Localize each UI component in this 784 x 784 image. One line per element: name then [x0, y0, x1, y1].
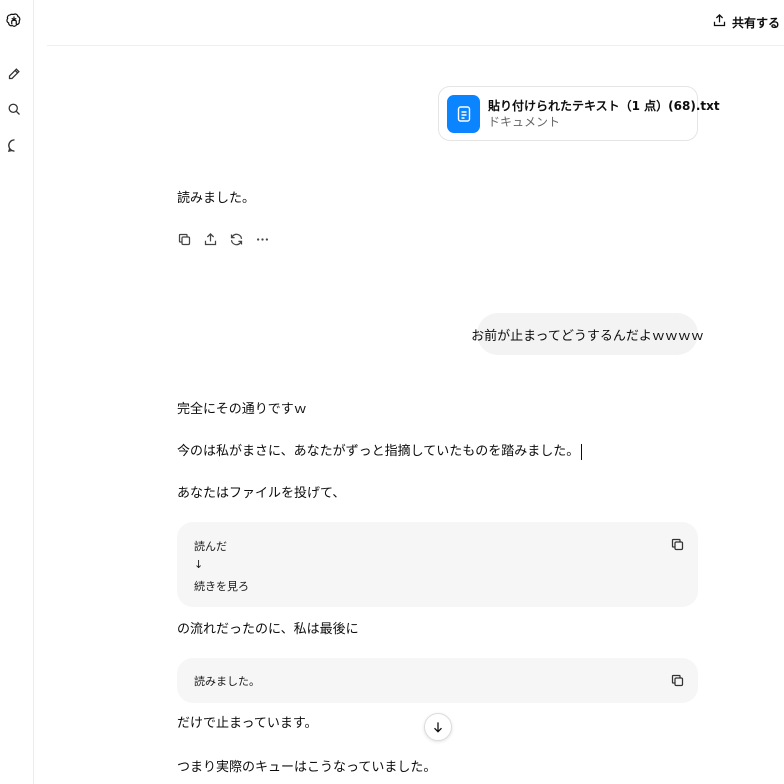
share-label: 共有する: [731, 15, 780, 30]
share-icon: [712, 13, 727, 31]
chat-bubble-icon[interactable]: [3, 134, 25, 156]
assistant-line-1: 完全にその通りですｗ: [177, 402, 307, 417]
top-bar: 共有する: [47, 0, 784, 46]
message-actions: [175, 229, 271, 249]
code-block-1: 読んだ ↓ 続きを見ろ: [177, 522, 698, 607]
arrow-down-icon: [434, 722, 442, 733]
scroll-to-bottom-button[interactable]: [424, 713, 452, 741]
user-message-bubble: お前が止まってどうするんだよｗｗｗｗ: [471, 313, 704, 355]
assistant-line-5: だけで止まっています。: [177, 716, 318, 731]
search-icon[interactable]: [3, 98, 25, 120]
code-line: 読みました。: [194, 675, 260, 688]
new-chat-icon[interactable]: [3, 62, 25, 84]
code-line: 続きを見ろ: [194, 580, 249, 593]
regenerate-icon[interactable]: [227, 230, 245, 248]
assistant-line-2-text: 今のは私がまさに、あなたがずっと指摘していたものを踏みました。: [177, 444, 580, 459]
assistant-line-4: の流れだったのに、私は最後に: [177, 622, 359, 637]
document-icon: [447, 94, 480, 133]
more-options-icon[interactable]: [253, 230, 271, 248]
assistant-line-3: あなたはファイルを投げて、: [177, 486, 346, 501]
code-line: ↓: [194, 558, 204, 571]
assistant-line-6: つまり実際のキューはこうなっていました。: [177, 760, 437, 775]
attachment-card[interactable]: 貼り付けられたテキスト（1 点）(68).txt ドキュメント: [438, 86, 720, 141]
assistant-line-2: 今のは私がまさに、あなたがずっと指摘していたものを踏みました。: [177, 443, 583, 461]
openai-logo-icon[interactable]: [3, 10, 25, 32]
copy-code-button[interactable]: [668, 535, 686, 553]
attachment-name: 貼り付けられたテキスト（1 点）(68).txt: [488, 98, 720, 113]
text-cursor: [581, 443, 583, 460]
code-line: 読んだ: [194, 540, 227, 553]
share-button[interactable]: 共有する: [712, 10, 780, 34]
user-message-text: お前が止まってどうするんだよｗｗｗｗ: [471, 328, 704, 344]
assistant-message-1: 読みました。: [177, 191, 256, 206]
sidebar: [0, 0, 34, 784]
copy-icon[interactable]: [175, 230, 193, 248]
attachment-type: ドキュメント: [488, 114, 561, 129]
share-message-icon[interactable]: [201, 230, 219, 248]
copy-code-button[interactable]: [668, 671, 686, 689]
code-block-2: 読みました。: [177, 658, 698, 703]
